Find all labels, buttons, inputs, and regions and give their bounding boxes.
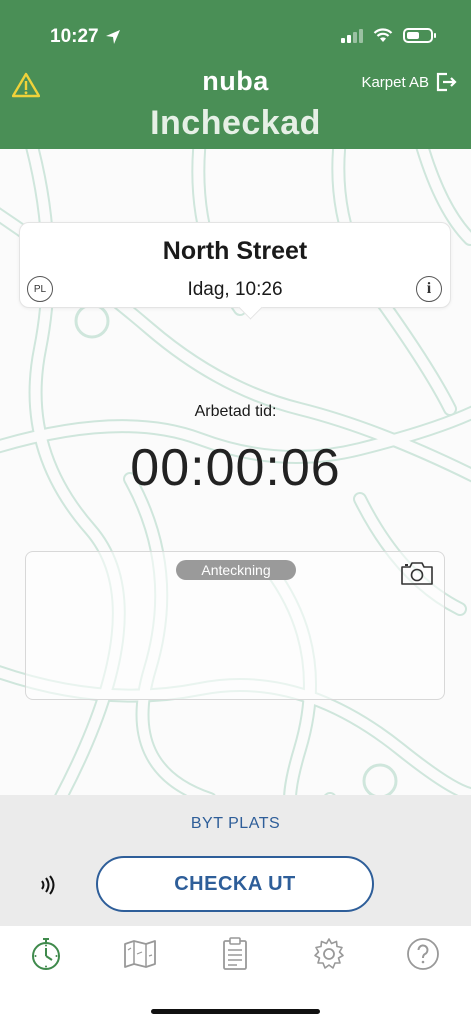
info-icon[interactable]: i bbox=[416, 276, 442, 302]
map-icon[interactable] bbox=[122, 936, 158, 972]
note-area[interactable]: Anteckning bbox=[25, 551, 445, 700]
home-indicator bbox=[151, 1009, 320, 1014]
company-name: Karpet AB bbox=[361, 73, 429, 91]
status-time: 10:27 bbox=[50, 26, 121, 48]
checkin-datetime: Idag, 10:26 bbox=[187, 279, 283, 300]
checkout-button[interactable]: CHECKA UT bbox=[96, 856, 374, 912]
logout-icon[interactable] bbox=[435, 72, 457, 92]
camera-icon[interactable] bbox=[400, 560, 434, 586]
clipboard-icon[interactable] bbox=[217, 936, 253, 972]
stopwatch-icon[interactable] bbox=[28, 936, 64, 972]
battery-icon bbox=[403, 28, 436, 43]
help-icon[interactable] bbox=[405, 936, 441, 972]
app-header: 10:27 nuba Karpet AB Incheckad bbox=[0, 0, 471, 149]
cellular-signal-icon bbox=[341, 28, 363, 43]
nfc-icon[interactable] bbox=[38, 875, 58, 895]
gear-icon[interactable] bbox=[311, 936, 347, 972]
wifi-icon bbox=[373, 28, 393, 42]
note-label: Anteckning bbox=[176, 560, 296, 580]
tab-bar bbox=[0, 926, 471, 1024]
action-area: BYT PLATS CHECKA UT bbox=[0, 795, 471, 926]
worked-time-value: 00:00:06 bbox=[130, 439, 341, 497]
switch-location-button[interactable]: BYT PLATS bbox=[0, 815, 471, 833]
location-arrow-icon bbox=[105, 30, 120, 44]
status-time-text: 10:27 bbox=[50, 26, 99, 47]
location-card[interactable]: North Street Idag, 10:26 PL i bbox=[19, 222, 451, 308]
location-name: North Street bbox=[162, 237, 308, 265]
company-logout[interactable]: Karpet AB bbox=[361, 72, 457, 92]
pl-badge-icon[interactable]: PL bbox=[27, 276, 53, 302]
checkin-status-title: Incheckad bbox=[150, 104, 321, 142]
worked-time-label: Arbetad tid: bbox=[194, 403, 277, 420]
status-indicators bbox=[341, 28, 436, 43]
